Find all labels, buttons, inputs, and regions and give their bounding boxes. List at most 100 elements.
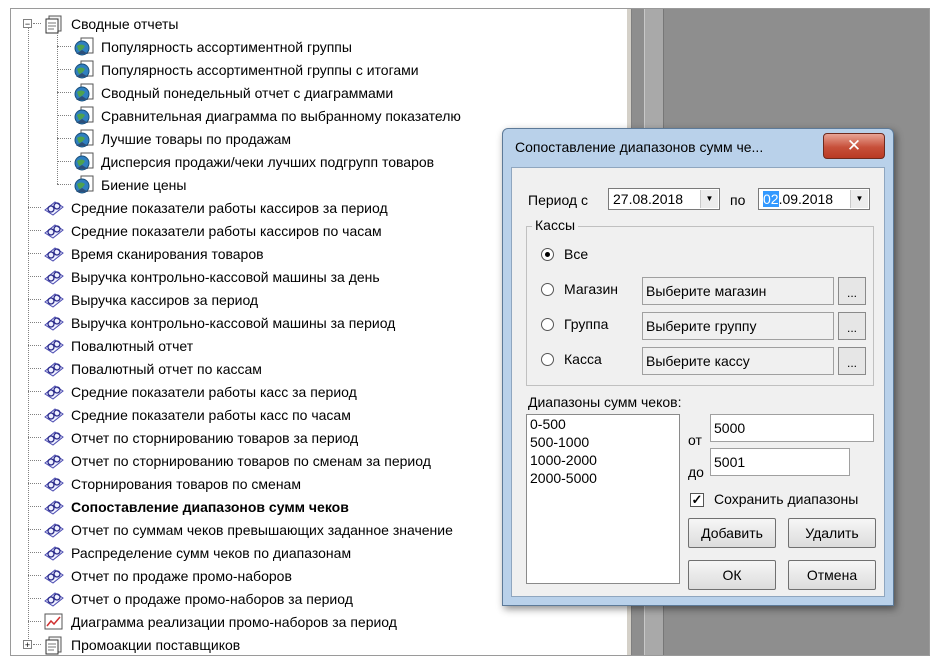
- report-glasses-icon: [43, 566, 65, 586]
- tree-item[interactable]: Отчет по продаже промо-наборов: [43, 564, 292, 587]
- tree-item-label: Популярность ассортиментной группы: [101, 38, 352, 55]
- range-to-input[interactable]: 5001: [710, 448, 850, 476]
- expand-icon[interactable]: +: [23, 640, 32, 650]
- tree-item-label: Отчет по сторнированию товаров по сменам…: [71, 452, 431, 469]
- tree-item-label: Отчет по сторнированию товаров за период: [71, 429, 359, 446]
- chevron-down-icon[interactable]: ▼: [850, 190, 868, 208]
- tree-connector: [57, 138, 71, 139]
- tree-item[interactable]: Популярность ассортиментной группы с ито…: [73, 58, 419, 81]
- report-glasses-icon: [43, 198, 65, 218]
- ok-button[interactable]: ОК: [688, 560, 776, 590]
- delete-range-button[interactable]: Удалить: [788, 518, 876, 548]
- register-browse-button[interactable]: ...: [838, 347, 866, 375]
- date-to-rest: .09.2018: [778, 191, 834, 207]
- range-list-item[interactable]: 500-1000: [527, 433, 679, 451]
- date-to-picker[interactable]: 02.09.2018 ▼: [758, 188, 870, 210]
- tree-item[interactable]: Популярность ассортиментной группы: [73, 35, 352, 58]
- report-globe-icon: [73, 83, 95, 103]
- tree-connector: [28, 598, 41, 599]
- report-chart-icon: [43, 612, 65, 632]
- tree-item[interactable]: Сводный понедельный отчет с диаграммами: [73, 81, 393, 104]
- cash-registers-group-label: Кассы: [532, 217, 579, 233]
- tree-item-label: Средние показатели работы кассиров по ча…: [71, 222, 382, 239]
- range-comparison-dialog: Сопоставление диапазонов сумм че... ✕ Пе…: [502, 128, 894, 606]
- report-globe-icon: [73, 175, 95, 195]
- tree-item[interactable]: Биение цены: [73, 173, 186, 196]
- tree-item[interactable]: Сторнирования товаров по сменам: [43, 472, 301, 495]
- tree-item[interactable]: Средние показатели работы касс за период: [43, 380, 357, 403]
- tree-connector: [28, 552, 41, 553]
- tree-item[interactable]: Отчет по суммам чеков превышающих заданн…: [43, 518, 453, 541]
- report-glasses-icon: [43, 451, 65, 471]
- group-browse-button[interactable]: ...: [838, 312, 866, 340]
- tree-item[interactable]: Распределение сумм чеков по диапазонам: [43, 541, 351, 564]
- tree-connector: [28, 437, 41, 438]
- tree-item[interactable]: Дисперсия продажи/чеки лучших подгрупп т…: [73, 150, 434, 173]
- tree-connector: [28, 230, 41, 231]
- tree-connector: [28, 460, 41, 461]
- tree-item[interactable]: Сопоставление диапазонов сумм чеков: [43, 495, 349, 518]
- from-label: от: [688, 432, 702, 448]
- date-from-picker[interactable]: 27.08.2018 ▼: [608, 188, 720, 210]
- tree-connector: [28, 575, 41, 576]
- report-glasses-icon: [43, 221, 65, 241]
- report-glasses-icon: [43, 267, 65, 287]
- tree-item[interactable]: Сводные отчеты: [43, 12, 179, 35]
- radio-group[interactable]: [541, 318, 554, 331]
- report-glasses-icon: [43, 405, 65, 425]
- group-field[interactable]: Выберите группу: [642, 312, 834, 340]
- tree-item-label: Биение цены: [101, 176, 187, 193]
- report-glasses-icon: [43, 428, 65, 448]
- range-list-item[interactable]: 0-500: [527, 415, 679, 433]
- dialog-titlebar[interactable]: Сопоставление диапазонов сумм че... ✕: [503, 129, 893, 167]
- period-label: Период с: [528, 192, 588, 208]
- tree-item[interactable]: Выручка контрольно-кассовой машины за де…: [43, 265, 380, 288]
- tree-item[interactable]: Время сканирования товаров: [43, 242, 264, 265]
- tree-item[interactable]: Лучшие товары по продажам: [73, 127, 291, 150]
- chevron-down-icon[interactable]: ▼: [700, 190, 718, 208]
- range-list-item[interactable]: 1000-2000: [527, 451, 679, 469]
- report-glasses-icon: [43, 520, 65, 540]
- to-value-label: до: [688, 464, 704, 480]
- report-globe-icon: [73, 60, 95, 80]
- store-browse-button[interactable]: ...: [838, 277, 866, 305]
- radio-all[interactable]: [541, 248, 554, 261]
- report-glasses-icon: [43, 359, 65, 379]
- tree-item[interactable]: Повалютный отчет по кассам: [43, 357, 262, 380]
- tree-connector: [28, 299, 41, 300]
- tree-item[interactable]: Повалютный отчет: [43, 334, 193, 357]
- register-field[interactable]: Выберите кассу: [642, 347, 834, 375]
- range-list-item[interactable]: 2000-5000: [527, 469, 679, 487]
- range-from-input[interactable]: 5000: [710, 414, 874, 442]
- tree-item-label: Время сканирования товаров: [71, 245, 264, 262]
- tree-item-label: Средние показатели работы касс за период: [71, 383, 357, 400]
- tree-connector: [28, 483, 41, 484]
- radio-register[interactable]: [541, 353, 554, 366]
- tree-item[interactable]: Средние показатели работы кассиров за пе…: [43, 196, 388, 219]
- store-field[interactable]: Выберите магазин: [642, 277, 834, 305]
- ranges-listbox[interactable]: 0-500 500-1000 1000-2000 2000-5000: [526, 414, 680, 584]
- add-range-button[interactable]: Добавить: [688, 518, 776, 548]
- radio-store[interactable]: [541, 283, 554, 296]
- tree-item-label: Диаграмма реализации промо-наборов за пе…: [71, 613, 397, 630]
- tree-item[interactable]: Выручка кассиров за период: [43, 288, 258, 311]
- tree-item-label: Сторнирования товаров по сменам: [71, 475, 301, 492]
- tree-item[interactable]: Промоакции поставщиков: [43, 633, 240, 655]
- tree-item[interactable]: Отчет о продаже промо-наборов за период: [43, 587, 353, 610]
- tree-connector: [33, 23, 41, 24]
- tree-connector: [28, 529, 41, 530]
- tree-item[interactable]: Отчет по сторнированию товаров за период: [43, 426, 358, 449]
- tree-item-label: Популярность ассортиментной группы с ито…: [101, 61, 419, 78]
- save-ranges-label: Сохранить диапазоны: [714, 491, 859, 507]
- cancel-button[interactable]: Отмена: [788, 560, 876, 590]
- report-glasses-icon: [43, 543, 65, 563]
- tree-item[interactable]: Выручка контрольно-кассовой машины за пе…: [43, 311, 395, 334]
- tree-item[interactable]: Сравнительная диаграмма по выбранному по…: [73, 104, 461, 127]
- close-button[interactable]: ✕: [823, 133, 885, 159]
- tree-item[interactable]: Средние показатели работы кассиров по ча…: [43, 219, 382, 242]
- tree-item[interactable]: Отчет по сторнированию товаров по сменам…: [43, 449, 431, 472]
- tree-item-label: Промоакции поставщиков: [71, 636, 241, 653]
- save-ranges-checkbox[interactable]: ✓: [690, 493, 704, 507]
- tree-item[interactable]: Диаграмма реализации промо-наборов за пе…: [43, 610, 397, 633]
- tree-item[interactable]: Средние показатели работы касс по часам: [43, 403, 351, 426]
